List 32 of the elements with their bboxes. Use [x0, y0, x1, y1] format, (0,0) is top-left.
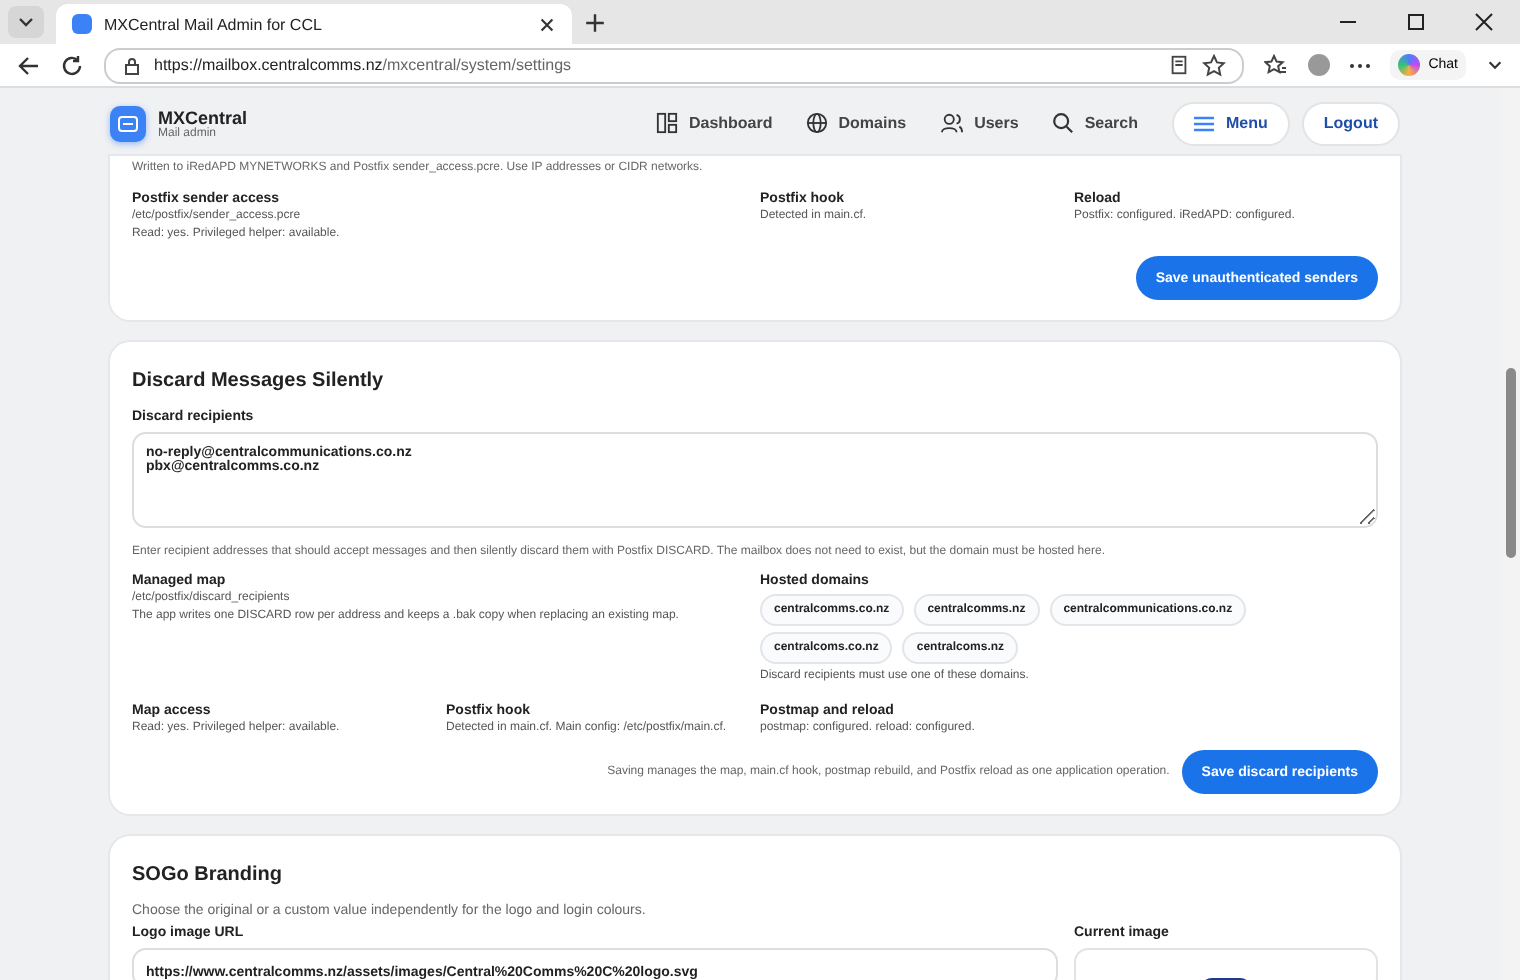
logout-button[interactable]: Logout	[1301, 101, 1400, 145]
brand-name[interactable]: MXCentral	[158, 107, 248, 127]
menu-icon	[1194, 115, 1214, 131]
maximize-icon[interactable]	[1406, 12, 1426, 32]
nav-link[interactable]: Domains	[806, 112, 907, 134]
dashboard-icon	[656, 112, 679, 134]
copilot-icon	[1398, 54, 1421, 76]
star-icon[interactable]	[1202, 53, 1227, 77]
browser-tab[interactable]: MXCentral Mail Admin for CCL	[56, 4, 572, 44]
mail-logo-icon	[110, 105, 146, 141]
users-icon	[940, 112, 965, 134]
plus-icon[interactable]	[584, 11, 606, 33]
address-field[interactable]: https://mailbox.centralcomms.nz/mxcentral/system/settings	[104, 47, 1245, 83]
favorites-icon[interactable]	[1264, 53, 1289, 77]
nav-link[interactable]: Search	[1052, 112, 1138, 134]
nav-link[interactable]: Users	[940, 112, 1019, 134]
chevron-down-icon[interactable]	[1486, 56, 1504, 74]
globe-icon	[806, 112, 829, 134]
profile-avatar[interactable]	[1308, 54, 1331, 76]
section-title: SOGo Branding	[132, 864, 284, 886]
reload-icon[interactable]	[60, 53, 84, 77]
close-icon[interactable]	[538, 15, 556, 33]
lock-icon	[122, 55, 142, 75]
search-icon	[1052, 112, 1075, 134]
close-icon[interactable]	[1474, 12, 1494, 32]
reader-icon[interactable]	[1168, 54, 1191, 76]
menu-button[interactable]: Menu	[1172, 101, 1290, 145]
section-title: Discard Messages Silently	[132, 370, 386, 392]
nav-link[interactable]: Dashboard	[656, 112, 773, 134]
chevron-down-icon	[16, 12, 36, 32]
tab-list-button[interactable]	[8, 6, 44, 38]
back-arrow-icon[interactable]	[16, 53, 40, 77]
